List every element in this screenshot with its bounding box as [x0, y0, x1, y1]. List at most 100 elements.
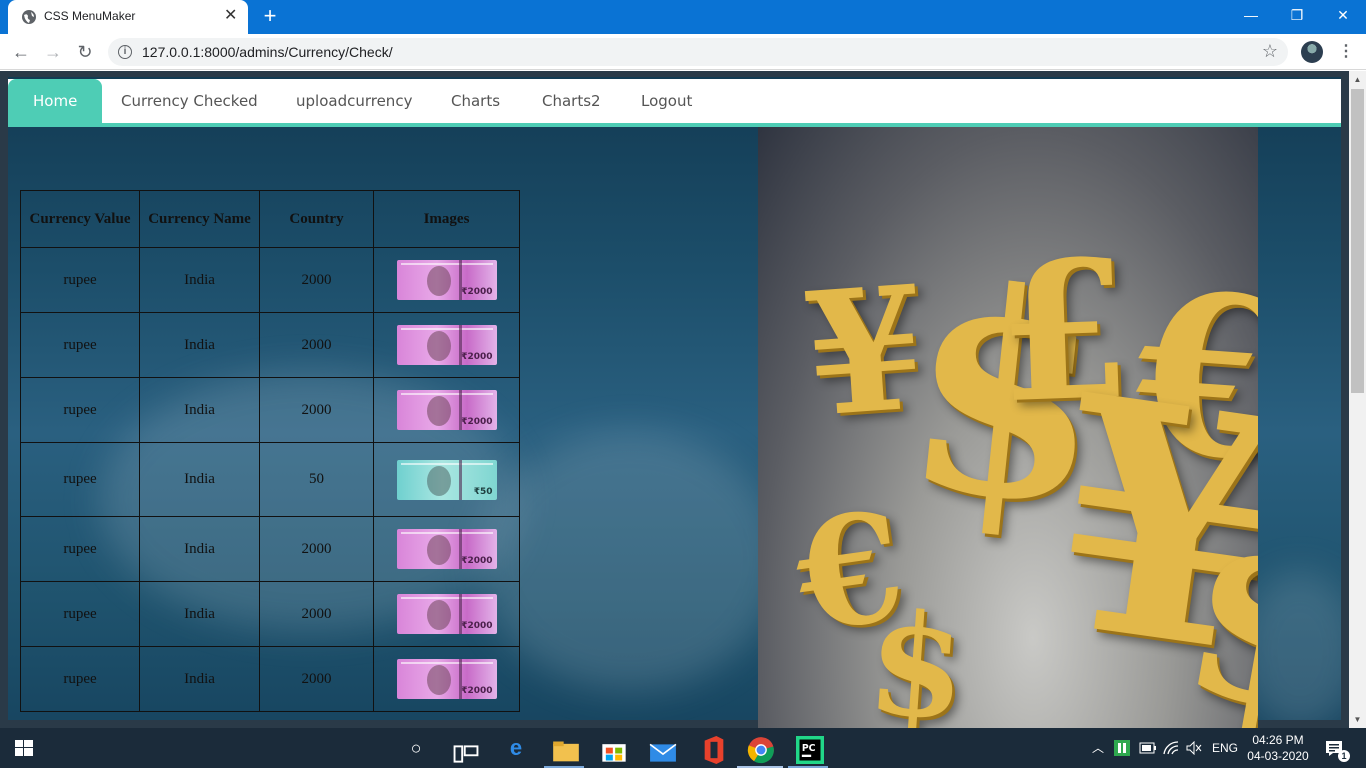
currency-image-cell: ₹2000: [373, 581, 520, 647]
browser-titlebar: CSS MenuMaker ✕ + — ❐ ✕: [0, 0, 1366, 34]
url-text[interactable]: 127.0.0.1:8000/admins/Currency/Check/: [142, 44, 393, 60]
scrollbar-thumb[interactable]: [1351, 89, 1364, 393]
tab-close-button[interactable]: ✕: [224, 7, 237, 25]
currency-image-cell: ₹2000: [373, 516, 520, 582]
globe-icon: [22, 10, 36, 24]
scroll-up-icon[interactable]: ▲: [1349, 71, 1366, 88]
column-header: Country: [259, 190, 374, 248]
edge-icon[interactable]: e: [502, 734, 530, 762]
banknote-image: ₹2000: [396, 390, 497, 430]
note-portrait: [426, 266, 451, 296]
currency-image-cell: ₹2000: [373, 312, 520, 378]
menu-item-uploadcurrency[interactable]: uploadcurrency: [296, 79, 412, 123]
table-row: rupee India 2000 ₹2000: [20, 377, 520, 443]
page-scrollbar[interactable]: ▲ ▼: [1349, 71, 1366, 728]
menu-item-logout[interactable]: Logout: [641, 79, 692, 123]
note-border: [400, 662, 493, 664]
minimize-button[interactable]: —: [1228, 0, 1274, 30]
notification-count: 1: [1338, 750, 1350, 762]
battery-icon[interactable]: [1139, 742, 1157, 754]
note-denomination: ₹2000: [461, 621, 493, 631]
country-cell: 2000: [259, 646, 374, 712]
task-view-icon[interactable]: [452, 740, 480, 768]
bookmark-star-icon[interactable]: ☆: [1262, 41, 1278, 62]
column-header: Currency Name: [139, 190, 260, 248]
banknote-image: ₹50: [396, 459, 497, 500]
chrome-icon[interactable]: [747, 736, 775, 764]
currency-name-cell: India: [139, 377, 260, 443]
banknote-image: ₹2000: [396, 260, 497, 300]
browser-menu-icon[interactable]: ⋮: [1338, 40, 1354, 64]
file-explorer-icon[interactable]: [552, 738, 580, 766]
currency-value-cell: rupee: [20, 646, 140, 712]
currency-name-cell: India: [139, 247, 260, 313]
banknote-image: ₹2000: [396, 529, 497, 569]
country-cell: 50: [259, 442, 374, 517]
office-icon[interactable]: [700, 736, 728, 764]
info-icon[interactable]: i: [118, 45, 132, 59]
currency-value-cell: rupee: [20, 442, 140, 517]
browser-toolbar: ← → ↻ i 127.0.0.1:8000/admins/Currency/C…: [0, 34, 1366, 70]
currency-value-cell: rupee: [20, 377, 140, 443]
currency-image-cell: ₹2000: [373, 247, 520, 313]
restore-button[interactable]: ❐: [1274, 0, 1320, 30]
cortana-icon[interactable]: ○: [402, 734, 430, 762]
wifi-icon[interactable]: [1163, 740, 1179, 756]
pycharm-icon[interactable]: PC: [796, 736, 824, 764]
browser-tab[interactable]: CSS MenuMaker ✕: [8, 0, 248, 34]
note-denomination: ₹50: [473, 486, 493, 497]
scroll-down-icon[interactable]: ▼: [1349, 711, 1366, 728]
currency-name-cell: India: [139, 442, 260, 517]
system-clock[interactable]: 04:26 PM 04-03-2020: [1246, 732, 1310, 764]
menu-item-charts2[interactable]: Charts2: [542, 79, 601, 123]
note-denomination: ₹2000: [461, 417, 493, 427]
note-security-strip: [458, 459, 462, 500]
country-cell: 2000: [259, 377, 374, 443]
reload-button[interactable]: ↻: [73, 40, 97, 64]
note-border: [400, 393, 493, 395]
note-denomination: ₹2000: [461, 352, 493, 362]
currency-value-cell: rupee: [20, 312, 140, 378]
clock-time: 04:26 PM: [1252, 733, 1304, 747]
note-portrait: [426, 665, 451, 695]
currency-image-cell: ₹2000: [373, 646, 520, 712]
currency-symbol: $: [862, 581, 972, 728]
language-indicator[interactable]: ENG: [1212, 728, 1238, 768]
windows-taskbar: ○ e PC ︿ ENG 04:26 PM 04-03-2020 1: [0, 728, 1366, 768]
currency-value-cell: rupee: [20, 581, 140, 647]
table-row: rupee India 2000 ₹2000: [20, 247, 520, 313]
back-button[interactable]: ←: [9, 40, 33, 64]
currency-name-cell: India: [139, 516, 260, 582]
note-border: [400, 328, 493, 330]
close-window-button[interactable]: ✕: [1320, 0, 1366, 30]
banknote-image: ₹2000: [396, 594, 497, 634]
address-bar[interactable]: i 127.0.0.1:8000/admins/Currency/Check/ …: [108, 38, 1288, 66]
store-icon[interactable]: [600, 736, 628, 764]
country-cell: 2000: [259, 247, 374, 313]
country-cell: 2000: [259, 312, 374, 378]
mail-icon[interactable]: [649, 739, 677, 767]
currency-name-cell: India: [139, 312, 260, 378]
menu-item-charts[interactable]: Charts: [451, 79, 500, 123]
currency-value-cell: rupee: [20, 516, 140, 582]
main-menu: Home Currency Checked uploadcurrency Cha…: [8, 79, 1341, 127]
note-portrait: [426, 465, 451, 496]
forward-button[interactable]: →: [41, 40, 65, 64]
svg-text:PC: PC: [802, 743, 816, 754]
menu-item-home[interactable]: Home: [8, 79, 103, 123]
clock-date: 04-03-2020: [1247, 749, 1309, 763]
app-tray-icon[interactable]: [1114, 740, 1130, 756]
windows-start-icon[interactable]: [15, 740, 33, 756]
note-denomination: ₹2000: [461, 686, 493, 696]
note-border: [400, 462, 493, 465]
column-header: Currency Value: [20, 190, 140, 248]
volume-muted-icon[interactable]: [1186, 741, 1202, 755]
table-header-row: Currency Value Currency Name Country Ima…: [20, 190, 520, 248]
new-tab-button[interactable]: +: [259, 5, 281, 27]
country-cell: 2000: [259, 581, 374, 647]
table-row: rupee India 2000 ₹2000: [20, 581, 520, 647]
note-border: [400, 532, 493, 534]
menu-item-currency-checked[interactable]: Currency Checked: [121, 79, 258, 123]
profile-avatar[interactable]: [1301, 41, 1323, 63]
show-hidden-icons[interactable]: ︿: [1092, 728, 1104, 768]
